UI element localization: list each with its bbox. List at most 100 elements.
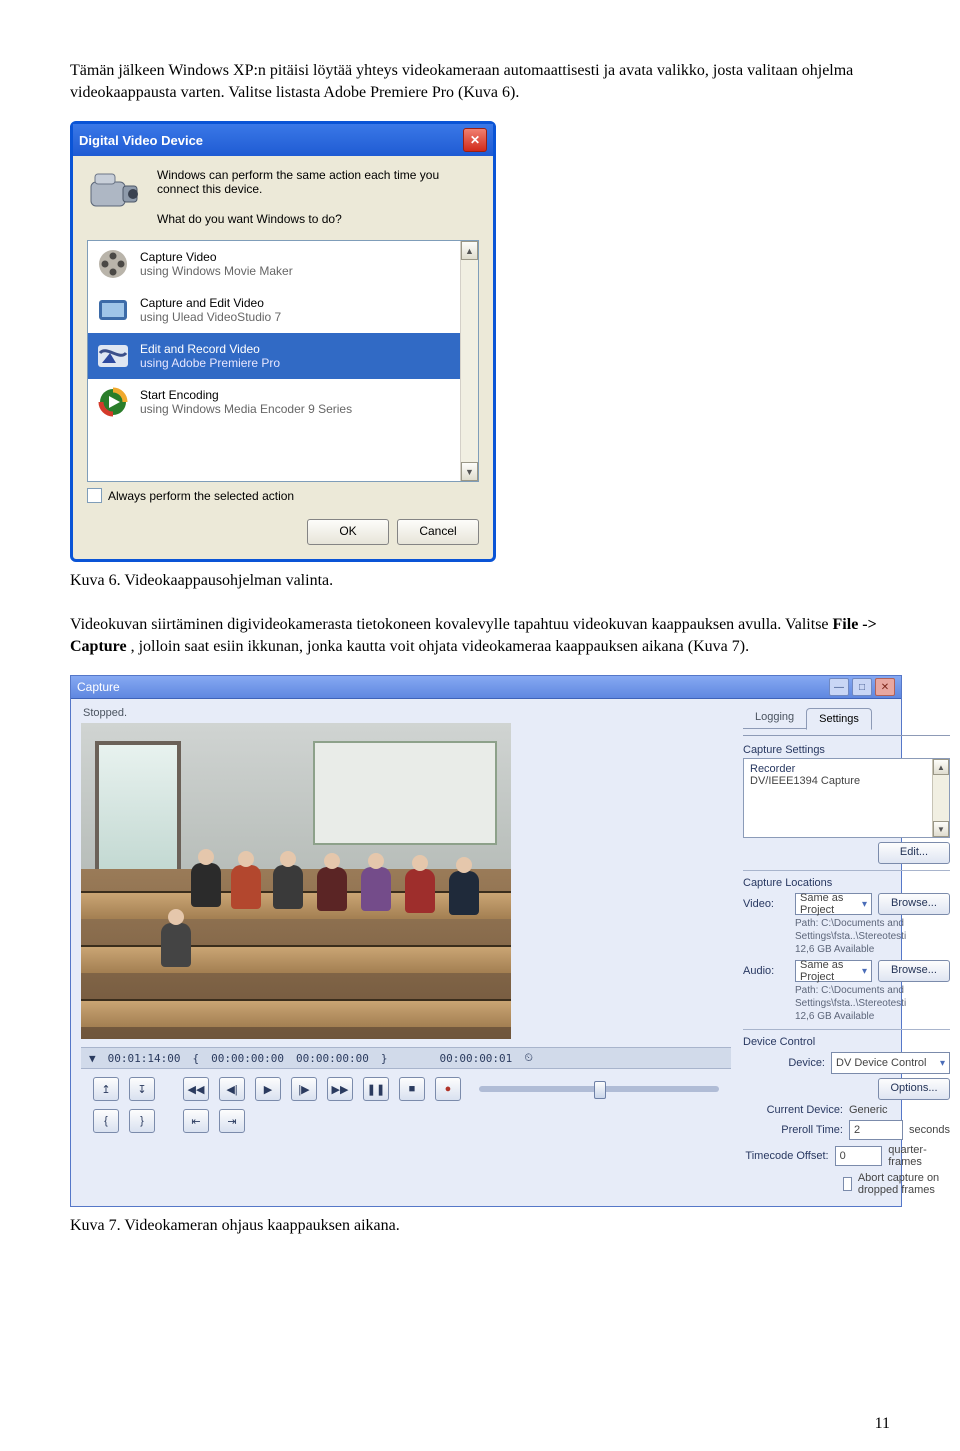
video-location-select[interactable]: Same as Project ▾: [795, 893, 872, 915]
list-item[interactable]: Capture and Edit Video using Ulead Video…: [88, 287, 460, 333]
step-fwd-button[interactable]: |▶: [291, 1077, 317, 1101]
ok-button[interactable]: OK: [307, 519, 389, 545]
minimize-button[interactable]: —: [829, 678, 849, 696]
p2-part-c: , jolloin saat esiin ikkunan, jonka kaut…: [131, 638, 749, 655]
device-control-heading: Device Control: [743, 1036, 950, 1048]
seconds-label: seconds: [909, 1124, 950, 1136]
tc-duration[interactable]: 00:00:00:01: [439, 1052, 512, 1065]
shuttle-left-button[interactable]: ⇤: [183, 1109, 209, 1133]
tc-offset-input[interactable]: 0: [835, 1146, 883, 1166]
device-select[interactable]: DV Device Control ▾: [831, 1052, 950, 1074]
rewind-button[interactable]: ◀◀: [183, 1077, 209, 1101]
recorder-label: Recorder: [750, 763, 943, 775]
prev-scene-button[interactable]: {: [93, 1109, 119, 1133]
tab-settings[interactable]: Settings: [806, 708, 872, 730]
digital-video-device-dialog: Digital Video Device ✕ Windows can perfo…: [70, 121, 496, 562]
scroll-down-button[interactable]: ▼: [933, 821, 949, 837]
chevron-down-icon: ▾: [862, 966, 867, 977]
list-item[interactable]: Capture Video using Windows Movie Maker: [88, 241, 460, 287]
dialog-question-text: What do you want Windows to do?: [157, 212, 479, 226]
capture-locations-heading: Capture Locations: [743, 877, 950, 889]
tc-position[interactable]: 00:01:14:00: [108, 1052, 181, 1065]
preroll-input[interactable]: 2: [849, 1120, 903, 1140]
always-perform-label: Always perform the selected action: [108, 489, 294, 503]
close-button[interactable]: ✕: [875, 678, 895, 696]
dialog-title: Digital Video Device: [79, 133, 203, 148]
audio-label: Audio:: [743, 965, 789, 977]
action-listbox[interactable]: Capture Video using Windows Movie Maker …: [87, 240, 479, 482]
video-avail: 12,6 GB Available: [795, 944, 874, 955]
list-item-title: Capture Video: [140, 250, 293, 264]
cancel-button[interactable]: Cancel: [397, 519, 479, 545]
audio-location-value: Same as Project: [800, 959, 862, 983]
tab-logging[interactable]: Logging: [743, 707, 806, 729]
ulead-icon: [96, 293, 130, 327]
pause-button[interactable]: ❚❚: [363, 1077, 389, 1101]
path-label: Path:: [795, 918, 818, 929]
qframes-label: quarter-frames: [888, 1144, 950, 1168]
path-label: Path:: [795, 985, 818, 996]
audio-avail: 12,6 GB Available: [795, 1011, 874, 1022]
set-out-button[interactable]: ↧: [129, 1077, 155, 1101]
media-encoder-icon: [96, 385, 130, 419]
preroll-label: Preroll Time:: [743, 1124, 843, 1136]
listbox-scrollbar[interactable]: ▲ ▼: [460, 241, 478, 481]
chevron-down-icon: ▾: [940, 1058, 945, 1069]
timecode-bar: ▼ 00:01:14:00 { 00:00:00:00 00:00:00:00 …: [81, 1047, 731, 1069]
current-device-value: Generic: [849, 1104, 888, 1116]
video-label: Video:: [743, 898, 789, 910]
list-item-sub: using Adobe Premiere Pro: [140, 356, 280, 370]
recorder-value: DV/IEEE1394 Capture: [750, 775, 943, 787]
tc-brace: {: [192, 1052, 199, 1065]
abort-checkbox[interactable]: [843, 1177, 852, 1191]
status-text: Stopped.: [81, 707, 731, 719]
list-item-sub: using Ulead VideoStudio 7: [140, 310, 281, 324]
browse-audio-button[interactable]: Browse...: [878, 960, 950, 982]
step-back-button[interactable]: ◀|: [219, 1077, 245, 1101]
jog-slider[interactable]: [479, 1086, 719, 1092]
browse-video-button[interactable]: Browse...: [878, 893, 950, 915]
audio-location-select[interactable]: Same as Project ▾: [795, 960, 872, 982]
set-in-button[interactable]: ↥: [93, 1077, 119, 1101]
scroll-down-button[interactable]: ▼: [461, 462, 478, 481]
recorder-listbox[interactable]: Recorder DV/IEEE1394 Capture ▲ ▼: [743, 758, 950, 838]
maximize-button[interactable]: □: [852, 678, 872, 696]
device-label: Device:: [743, 1057, 825, 1069]
tc-brace-close: }: [381, 1052, 388, 1065]
dialog-titlebar[interactable]: Digital Video Device ✕: [73, 124, 493, 156]
chevron-down-icon: ▾: [862, 899, 867, 910]
list-item-sub: using Windows Media Encoder 9 Series: [140, 402, 352, 416]
stop-button[interactable]: ■: [399, 1077, 425, 1101]
video-location-value: Same as Project: [800, 892, 862, 916]
tc-out[interactable]: 00:00:00:00: [296, 1052, 369, 1065]
tc-marker-icon: ▼: [89, 1052, 96, 1065]
fast-fwd-button[interactable]: ▶▶: [327, 1077, 353, 1101]
always-perform-checkbox[interactable]: [87, 488, 102, 503]
p2-part-a: Videokuvan siirtäminen digivideokamerast…: [70, 616, 833, 633]
figure-6-caption: Kuva 6. Videokaappausohjelman valinta.: [70, 572, 890, 590]
list-item[interactable]: Start Encoding using Windows Media Encod…: [88, 379, 460, 425]
premiere-icon: [96, 339, 130, 373]
capture-titlebar[interactable]: Capture — □ ✕: [71, 676, 901, 699]
shuttle-right-button[interactable]: ⇥: [219, 1109, 245, 1133]
scroll-up-button[interactable]: ▲: [461, 241, 478, 260]
list-item-selected[interactable]: Edit and Record Video using Adobe Premie…: [88, 333, 460, 379]
capture-title: Capture: [77, 680, 120, 694]
intro-paragraph-2: Videokuvan siirtäminen digivideokamerast…: [70, 614, 890, 657]
movie-maker-icon: [96, 247, 130, 281]
edit-button[interactable]: Edit...: [878, 842, 950, 864]
capture-settings-heading: Capture Settings: [743, 744, 950, 756]
next-scene-button[interactable]: }: [129, 1109, 155, 1133]
tc-in[interactable]: 00:00:00:00: [211, 1052, 284, 1065]
list-item-title: Edit and Record Video: [140, 342, 280, 356]
record-button[interactable]: ●: [435, 1077, 461, 1101]
intro-paragraph-1: Tämän jälkeen Windows XP:n pitäisi löytä…: [70, 60, 890, 103]
play-button[interactable]: ▶: [255, 1077, 281, 1101]
camcorder-icon: [87, 168, 143, 216]
scroll-up-button[interactable]: ▲: [933, 759, 949, 775]
dialog-intro-text: Windows can perform the same action each…: [157, 168, 479, 196]
options-button[interactable]: Options...: [878, 1078, 950, 1100]
list-item-title: Start Encoding: [140, 388, 352, 402]
figure-7-caption: Kuva 7. Videokameran ohjaus kaappauksen …: [70, 1217, 890, 1235]
close-button[interactable]: ✕: [463, 128, 487, 152]
